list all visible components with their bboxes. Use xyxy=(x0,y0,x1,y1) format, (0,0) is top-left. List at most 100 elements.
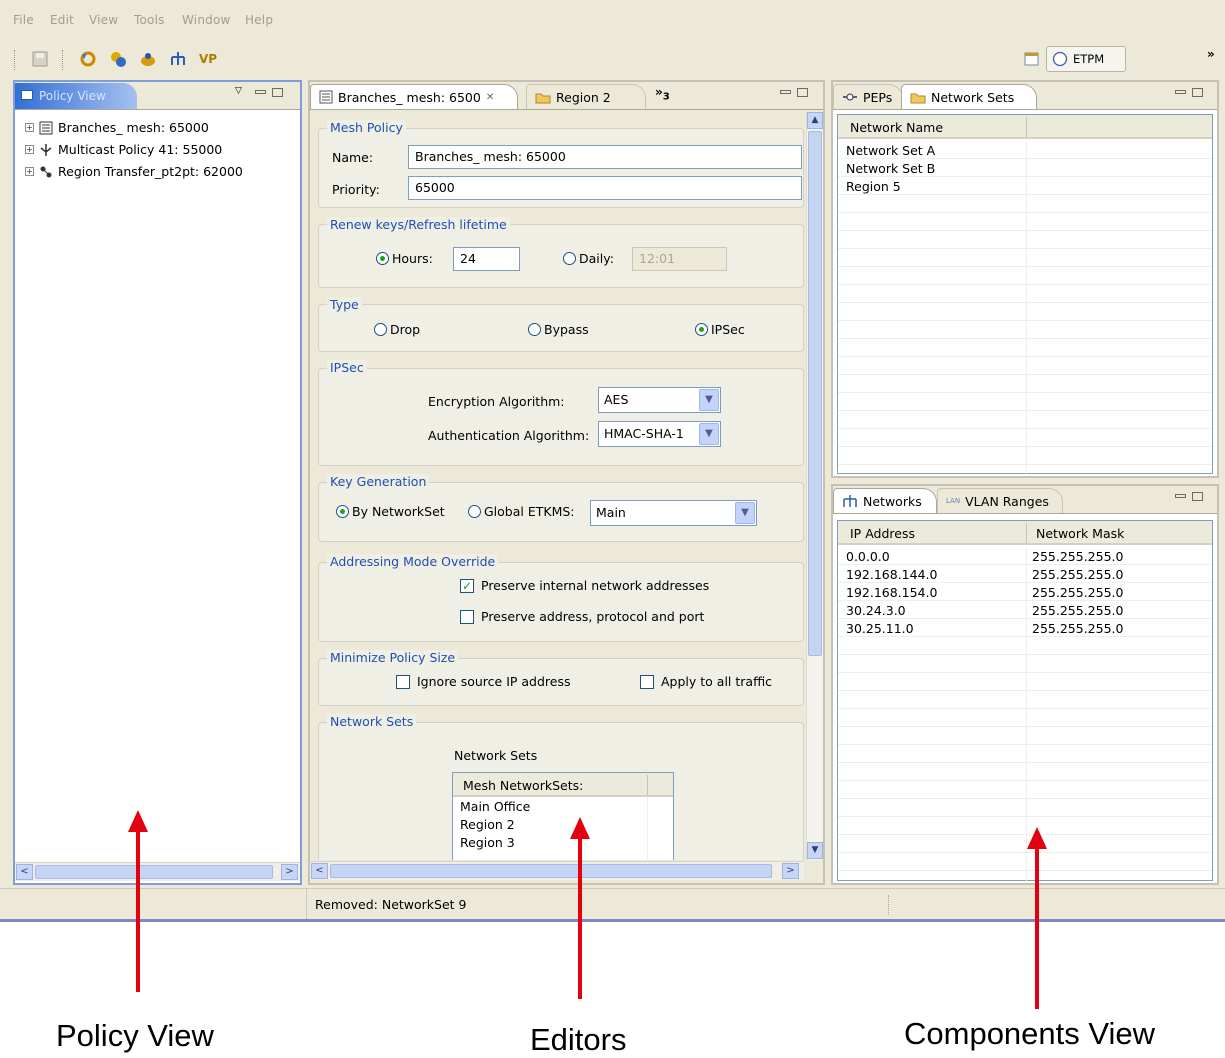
table-cell[interactable]: 192.168.154.0 xyxy=(846,585,937,600)
tab-policy-view[interactable]: Policy View xyxy=(15,83,137,109)
grid-line xyxy=(838,816,1212,817)
chevron-down-icon[interactable]: ▼ xyxy=(735,502,755,524)
apply-all-checkbox[interactable]: Apply to all traffic xyxy=(640,674,772,689)
maximize-icon[interactable] xyxy=(1192,492,1203,501)
table-cell[interactable]: 255.255.255.0 xyxy=(1032,567,1123,582)
expand-icon[interactable]: + xyxy=(25,167,34,176)
minimize-icon[interactable] xyxy=(255,90,266,94)
daily-radio[interactable]: Daily: xyxy=(563,251,614,266)
tree-item[interactable]: + Region Transfer_pt2pt: 62000 xyxy=(25,164,243,179)
tab-networks[interactable]: Networks xyxy=(833,488,937,513)
hours-radio[interactable]: Hours: xyxy=(376,251,433,266)
table-cell[interactable]: 255.255.255.0 xyxy=(1032,621,1123,636)
pep-button[interactable] xyxy=(138,49,158,69)
more-tabs-chevron[interactable]: »3 xyxy=(655,85,670,102)
priority-field[interactable]: 65000 xyxy=(408,176,802,200)
scroll-right-button[interactable]: > xyxy=(281,864,298,880)
tree-item[interactable]: + Multicast Policy 41: 55000 xyxy=(25,142,222,157)
menu-window[interactable]: Window xyxy=(182,13,231,27)
scroll-right-button[interactable]: > xyxy=(782,863,799,879)
tab-peps[interactable]: PEPs xyxy=(833,84,903,109)
expand-icon[interactable]: + xyxy=(25,145,34,154)
view-menu-icon[interactable]: ▽ xyxy=(235,86,242,96)
type-ipsec-radio[interactable]: IPSec xyxy=(695,322,745,337)
column-header-mask: Network Mask xyxy=(1036,526,1125,541)
perspective-overflow-chevron[interactable]: » xyxy=(1207,47,1215,61)
hours-field[interactable]: 24 xyxy=(453,247,520,271)
chevron-down-icon[interactable]: ▼ xyxy=(699,389,719,411)
editor-horizontal-scrollbar[interactable]: < > xyxy=(310,861,804,880)
scroll-left-button[interactable]: < xyxy=(311,863,328,879)
scroll-thumb[interactable] xyxy=(35,865,273,879)
scroll-thumb[interactable] xyxy=(330,864,772,878)
minimize-icon[interactable] xyxy=(780,90,791,94)
chevron-down-icon[interactable]: ▼ xyxy=(699,423,719,445)
maximize-icon[interactable] xyxy=(272,88,283,97)
menu-edit[interactable]: Edit xyxy=(50,13,74,27)
maximize-icon[interactable] xyxy=(1192,88,1203,97)
menu-view[interactable]: View xyxy=(89,13,118,27)
tab-vlan-ranges[interactable]: LAN VLAN Ranges xyxy=(937,488,1063,513)
tab-label: VLAN Ranges xyxy=(965,493,1049,509)
table-cell[interactable]: 30.25.11.0 xyxy=(846,621,914,636)
ignore-source-checkbox[interactable]: Ignore source IP address xyxy=(396,674,571,689)
authentication-select[interactable]: HMAC-SHA-1 ▼ xyxy=(598,421,721,447)
table-row[interactable]: Network Set A xyxy=(846,143,935,158)
grid-line xyxy=(838,744,1212,745)
tab-branches-mesh[interactable]: Branches_ mesh: 6500 ✕ xyxy=(310,84,518,109)
radio-unselected-icon xyxy=(468,505,481,518)
expand-icon[interactable]: + xyxy=(25,123,34,132)
type-drop-radio[interactable]: Drop xyxy=(374,322,420,337)
components-top-header: PEPs Network Sets xyxy=(833,82,1217,110)
menu-file[interactable]: File xyxy=(13,13,34,27)
table-cell[interactable]: 30.24.3.0 xyxy=(846,603,906,618)
preserve-address-checkbox[interactable]: Preserve address, protocol and port xyxy=(460,609,704,624)
table-cell[interactable]: 255.255.255.0 xyxy=(1032,603,1123,618)
policy-view-horizontal-scrollbar[interactable]: < > xyxy=(15,862,300,881)
grid-line xyxy=(838,564,1212,565)
table-cell[interactable]: 255.255.255.0 xyxy=(1032,549,1123,564)
save-button[interactable] xyxy=(30,49,50,69)
perspective-etpm[interactable]: ETPM xyxy=(1046,46,1126,72)
perspective-label: ETPM xyxy=(1073,52,1105,66)
table-cell[interactable]: 192.168.144.0 xyxy=(846,567,937,582)
tab-region-2[interactable]: Region 2 xyxy=(526,84,646,109)
table-cell[interactable]: 0.0.0.0 xyxy=(846,549,890,564)
editor-vertical-scrollbar[interactable]: ▲ ▼ xyxy=(806,112,823,860)
scroll-down-button[interactable]: ▼ xyxy=(807,842,823,859)
menu-help[interactable]: Help xyxy=(245,13,273,27)
minimize-icon[interactable] xyxy=(1175,494,1186,498)
scroll-left-button[interactable]: < xyxy=(16,864,33,880)
preserve-internal-checkbox[interactable]: ✓ Preserve internal network addresses xyxy=(460,578,709,593)
global-etkms-select[interactable]: Main ▼ xyxy=(590,500,757,526)
tab-network-sets[interactable]: Network Sets xyxy=(901,84,1037,109)
encryption-select[interactable]: AES ▼ xyxy=(598,387,721,413)
table-row[interactable]: Main Office xyxy=(460,799,530,814)
close-tab-icon[interactable]: ✕ xyxy=(486,92,494,103)
tab-label: Branches_ mesh: 6500 xyxy=(338,89,481,105)
scroll-up-button[interactable]: ▲ xyxy=(807,112,823,129)
policy-wizard-button[interactable] xyxy=(108,49,128,69)
table-row[interactable]: Network Set B xyxy=(846,161,935,176)
type-bypass-radio[interactable]: Bypass xyxy=(528,322,589,337)
global-etkms-radio[interactable]: Global ETKMS: xyxy=(468,504,575,519)
table-row[interactable]: Region 3 xyxy=(460,835,515,850)
table-cell[interactable]: 255.255.255.0 xyxy=(1032,585,1123,600)
maximize-icon[interactable] xyxy=(797,88,808,97)
grid-line xyxy=(838,870,1212,871)
by-networkset-radio[interactable]: By NetworkSet xyxy=(336,504,445,519)
grid-line xyxy=(838,464,1212,465)
tree-item[interactable]: + Branches_ mesh: 65000 xyxy=(25,120,209,135)
scroll-thumb[interactable] xyxy=(808,131,822,656)
network-button[interactable] xyxy=(168,49,188,69)
encryption-label: Encryption Algorithm: xyxy=(428,394,565,409)
menu-tools[interactable]: Tools xyxy=(134,13,165,27)
name-field[interactable]: Branches_ mesh: 65000 xyxy=(408,145,802,169)
toolbar-separator xyxy=(62,50,64,70)
table-row[interactable]: Region 5 xyxy=(846,179,901,194)
refresh-policy-button[interactable] xyxy=(78,49,98,69)
open-perspective-button[interactable] xyxy=(1022,49,1042,69)
minimize-icon[interactable] xyxy=(1175,90,1186,94)
vp-button[interactable]: VP xyxy=(196,49,220,69)
table-row[interactable]: Region 2 xyxy=(460,817,515,832)
